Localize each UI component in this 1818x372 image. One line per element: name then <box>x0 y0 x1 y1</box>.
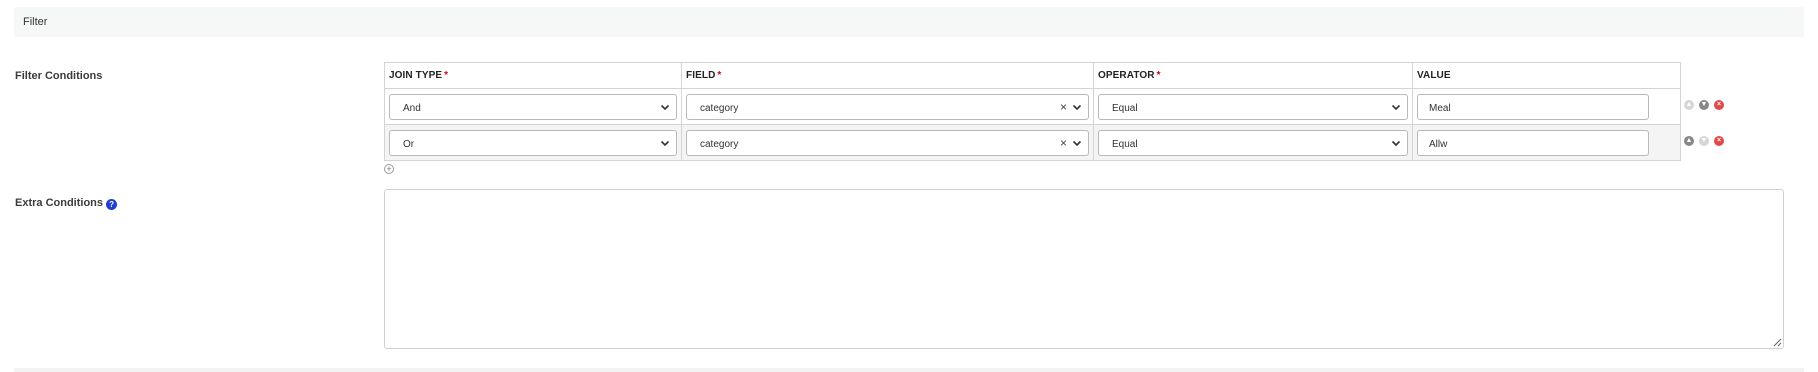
table-header-row: JOIN TYPE * FIELD * OPERATOR * VALUE <box>384 62 1681 89</box>
value-input[interactable]: Meal <box>1417 93 1649 120</box>
field-select[interactable]: category × <box>686 93 1089 120</box>
join-type-select[interactable]: Or <box>389 129 677 156</box>
field-select[interactable]: category × <box>686 129 1089 156</box>
extra-conditions-textarea[interactable] <box>384 189 1784 349</box>
remove-row-icon[interactable]: × <box>1714 100 1724 110</box>
move-down-icon[interactable]: ▼ <box>1699 100 1709 110</box>
operator-select[interactable]: Equal <box>1098 129 1408 156</box>
value-input[interactable]: Allw <box>1417 129 1649 156</box>
row-2-actions: ▲ ▼ × <box>1684 136 1724 146</box>
help-icon[interactable]: ? <box>106 199 118 210</box>
table-row: Or category × Equal Allw <box>384 124 1681 161</box>
table-row: And category × Equal Meal <box>384 88 1681 125</box>
row-1-actions: ▲ ▼ × <box>1684 100 1724 110</box>
chevron-down-icon <box>660 140 670 146</box>
required-marker: * <box>717 70 722 81</box>
move-up-icon: ▲ <box>1684 100 1694 110</box>
operator-header: OPERATOR * <box>1093 62 1413 89</box>
extra-conditions-text: Extra Conditions <box>15 197 104 209</box>
join-type-header: JOIN TYPE * <box>384 62 682 89</box>
filter-section-header[interactable]: Filter <box>14 7 1804 37</box>
filter-conditions-label: Filter Conditions <box>15 70 103 82</box>
section-title: Filter <box>23 16 48 28</box>
chevron-down-icon <box>1072 140 1082 146</box>
extra-conditions-label: Extra Conditions? <box>15 197 118 210</box>
move-down-icon: ▼ <box>1699 136 1709 146</box>
clear-icon[interactable]: × <box>1060 137 1067 149</box>
chevron-down-icon <box>1391 104 1401 110</box>
chevron-down-icon <box>1391 140 1401 146</box>
chevron-down-icon <box>660 104 670 110</box>
chevron-down-icon <box>1072 104 1082 110</box>
remove-row-icon[interactable]: × <box>1714 136 1724 146</box>
resize-handle-icon[interactable] <box>1773 338 1782 347</box>
clear-icon[interactable]: × <box>1060 101 1067 113</box>
required-marker: * <box>1156 70 1161 81</box>
field-header: FIELD * <box>681 62 1094 89</box>
value-header: VALUE <box>1412 62 1681 89</box>
section-divider <box>14 368 1804 372</box>
join-type-select[interactable]: And <box>389 93 677 120</box>
filter-conditions-table: JOIN TYPE * FIELD * OPERATOR * VALUE And ca… <box>384 62 1681 161</box>
add-condition-icon[interactable]: + <box>384 164 394 174</box>
move-up-icon[interactable]: ▲ <box>1684 136 1694 146</box>
operator-select[interactable]: Equal <box>1098 93 1408 120</box>
required-marker: * <box>444 70 449 81</box>
